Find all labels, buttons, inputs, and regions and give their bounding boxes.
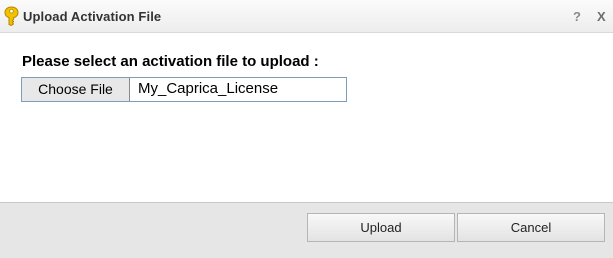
cancel-button[interactable]: Cancel xyxy=(457,213,605,242)
upload-prompt: Please select an activation file to uplo… xyxy=(22,53,319,70)
dialog-titlebar: Upload Activation File ? X xyxy=(0,0,613,33)
upload-button[interactable]: Upload xyxy=(307,213,455,242)
close-button[interactable]: X xyxy=(597,9,606,24)
dialog-footer: Upload Cancel xyxy=(0,202,613,258)
help-button[interactable]: ? xyxy=(573,9,581,24)
file-input[interactable]: Choose File My_Caprica_License xyxy=(21,77,347,102)
selected-file-name: My_Caprica_License xyxy=(138,80,279,97)
dialog-title: Upload Activation File xyxy=(23,9,162,24)
choose-file-button[interactable]: Choose File xyxy=(22,78,130,101)
key-icon xyxy=(4,6,19,26)
upload-activation-dialog: Upload Activation File ? X Please select… xyxy=(0,0,613,258)
